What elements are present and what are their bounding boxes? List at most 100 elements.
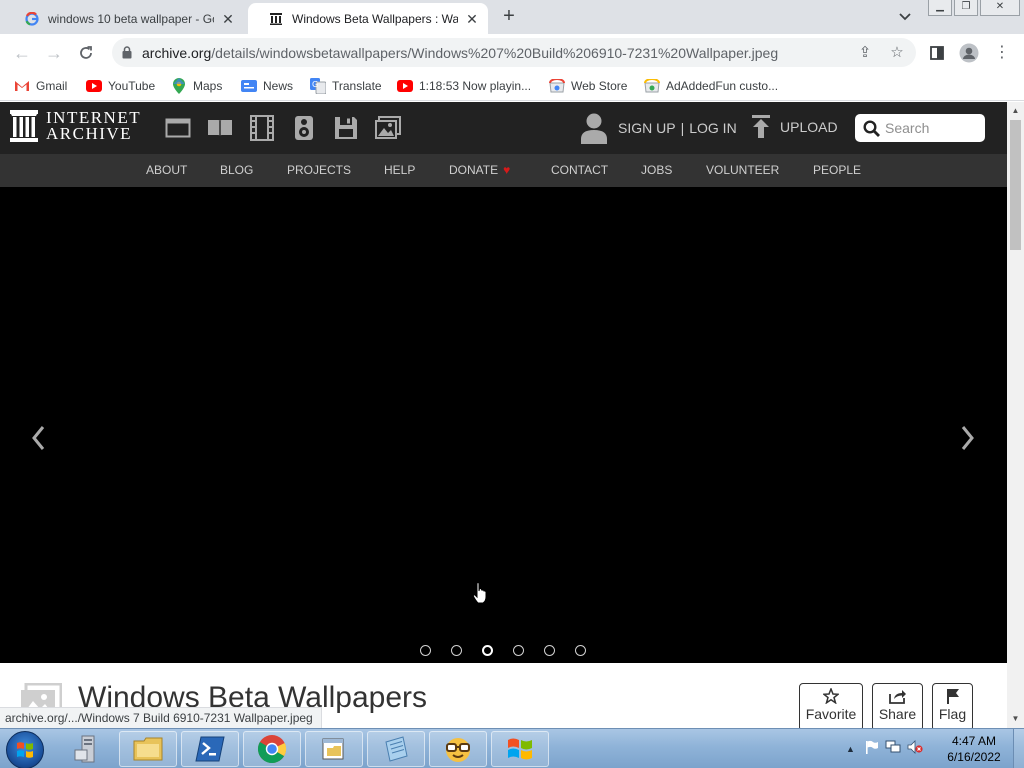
taskbar-clock[interactable]: 4:47 AM 6/16/2022 — [938, 733, 1010, 765]
nav-contact[interactable]: CONTACT — [551, 163, 608, 177]
taskbar-powershell[interactable] — [181, 731, 239, 767]
lock-icon[interactable] — [122, 46, 132, 59]
powershell-icon — [195, 736, 225, 762]
window-controls: ▁ ❐ ✕ — [928, 0, 1022, 18]
forward-button[interactable]: → — [43, 42, 65, 64]
bookmark-gmail[interactable]: Gmail — [14, 76, 67, 96]
log-in-link[interactable]: LOG IN — [689, 120, 736, 136]
flag-button[interactable]: Flag — [932, 683, 973, 728]
nav-help[interactable]: HELP — [384, 163, 415, 177]
nav-donate[interactable]: DONATE ♥ — [449, 163, 510, 177]
taskbar-notepad[interactable] — [367, 731, 425, 767]
taskbar-nerd-face-app[interactable] — [429, 731, 487, 767]
nav-donate-label: DONATE — [449, 163, 499, 177]
search-input[interactable] — [885, 120, 981, 136]
heart-icon: ♥ — [503, 163, 511, 177]
carousel-dot[interactable] — [575, 645, 586, 656]
action-center-flag-icon[interactable] — [865, 740, 879, 759]
nav-projects[interactable]: PROJECTS — [287, 163, 351, 177]
flag-icon — [933, 684, 972, 706]
nav-people[interactable]: PEOPLE — [813, 163, 861, 177]
share-button[interactable]: Share — [872, 683, 923, 728]
ia-top-nav: ABOUT BLOG PROJECTS HELP DONATE ♥ CONTACT… — [0, 154, 1007, 187]
web-icon[interactable] — [165, 115, 191, 141]
tab-internet-archive[interactable]: Windows Beta Wallpapers : Wall ✕ — [248, 3, 488, 34]
show-hidden-icons-icon[interactable]: ▲ — [846, 744, 855, 754]
system-tray: ▲ — [846, 729, 923, 768]
images-icon[interactable] — [375, 115, 401, 141]
close-window-button[interactable]: ✕ — [980, 0, 1020, 16]
bookmark-label: YouTube — [108, 79, 156, 93]
back-button[interactable]: ← — [11, 42, 33, 64]
favorite-button[interactable]: Favorite — [799, 683, 863, 728]
nav-about[interactable]: ABOUT — [146, 163, 187, 177]
upload-link[interactable]: UPLOAD — [752, 115, 838, 139]
bookmark-label: Translate — [332, 79, 382, 93]
bookmark-adaddedfun[interactable]: AdAddedFun custo... — [644, 76, 778, 96]
carousel-dot[interactable] — [482, 645, 493, 656]
texts-icon[interactable] — [207, 115, 233, 141]
menu-kebab-icon[interactable]: ⋮ — [991, 42, 1013, 64]
bookmark-translate[interactable]: G Translate — [310, 76, 382, 96]
scroll-down-arrow-icon[interactable]: ▼ — [1011, 714, 1020, 723]
chevron-right-icon[interactable] — [958, 423, 978, 453]
image-carousel[interactable] — [0, 187, 1007, 663]
search-icon[interactable] — [863, 119, 880, 137]
profile-avatar-icon[interactable] — [958, 42, 980, 64]
volume-muted-icon[interactable] — [907, 739, 923, 759]
new-tab-button[interactable]: + — [498, 6, 520, 28]
side-panel-icon[interactable] — [926, 42, 948, 64]
carousel-dot[interactable] — [544, 645, 555, 656]
page-scrollbar[interactable]: ▲ ▼ — [1007, 102, 1024, 728]
youtube-icon — [397, 78, 413, 94]
network-icon[interactable] — [885, 740, 901, 759]
url-path: /details/windowsbetawallpapers/Windows%2… — [211, 45, 779, 61]
bookmark-news[interactable]: News — [241, 76, 293, 96]
address-bar[interactable]: archive.org/details/windowsbetawallpaper… — [112, 38, 916, 67]
software-icon[interactable] — [333, 115, 359, 141]
bookmark-web-store[interactable]: Web Store — [549, 76, 627, 96]
nav-jobs[interactable]: JOBS — [641, 163, 672, 177]
account-links: SIGN UP | LOG IN — [580, 112, 737, 144]
upload-label: UPLOAD — [780, 119, 838, 135]
share-label: Share — [878, 706, 917, 722]
internet-archive-logo-icon — [10, 110, 38, 142]
carousel-dot[interactable] — [451, 645, 462, 656]
carousel-dot[interactable] — [420, 645, 431, 656]
user-icon[interactable] — [580, 112, 608, 144]
taskbar-file-explorer[interactable] — [119, 731, 177, 767]
taskbar-windows-flag-app[interactable] — [491, 731, 549, 767]
hand-cursor-icon — [472, 582, 488, 604]
tab-google-search[interactable]: windows 10 beta wallpaper - Goo ✕ — [4, 3, 244, 34]
url-host: archive.org — [142, 45, 212, 61]
taskbar-server-manager[interactable] — [58, 731, 116, 767]
chevron-down-icon[interactable] — [896, 9, 914, 25]
show-desktop-button[interactable] — [1013, 729, 1024, 768]
scroll-up-arrow-icon[interactable]: ▲ — [1011, 106, 1020, 115]
reload-button[interactable] — [75, 42, 97, 64]
tab-close-icon[interactable]: ✕ — [464, 11, 480, 27]
restore-button[interactable]: ❐ — [954, 0, 978, 16]
ia-logo-link[interactable]: INTERNET ARCHIVE — [10, 109, 141, 142]
carousel-dot[interactable] — [513, 645, 524, 656]
sign-up-link[interactable]: SIGN UP — [618, 120, 676, 136]
minimize-button[interactable]: ▁ — [928, 0, 952, 16]
taskbar-folder-window[interactable] — [305, 731, 363, 767]
nav-blog[interactable]: BLOG — [220, 163, 253, 177]
svg-text:G: G — [312, 80, 318, 89]
video-icon[interactable] — [249, 115, 275, 141]
bookmark-maps[interactable]: Maps — [171, 76, 222, 96]
scroll-thumb[interactable] — [1010, 120, 1021, 250]
share-page-icon[interactable]: ⇪ — [856, 44, 874, 62]
start-button[interactable] — [6, 731, 44, 768]
tab-title: windows 10 beta wallpaper - Goo — [48, 11, 214, 26]
chevron-left-icon[interactable] — [28, 423, 48, 453]
nav-volunteer[interactable]: VOLUNTEER — [706, 163, 779, 177]
audio-icon[interactable] — [291, 115, 317, 141]
taskbar-chrome[interactable] — [243, 731, 301, 767]
tab-close-icon[interactable]: ✕ — [220, 11, 236, 27]
bookmark-star-icon[interactable]: ☆ — [888, 44, 906, 62]
file-explorer-icon — [133, 737, 163, 761]
bookmark-now-playing[interactable]: 1:18:53 Now playin... — [397, 76, 531, 96]
bookmark-youtube[interactable]: YouTube — [86, 76, 155, 96]
